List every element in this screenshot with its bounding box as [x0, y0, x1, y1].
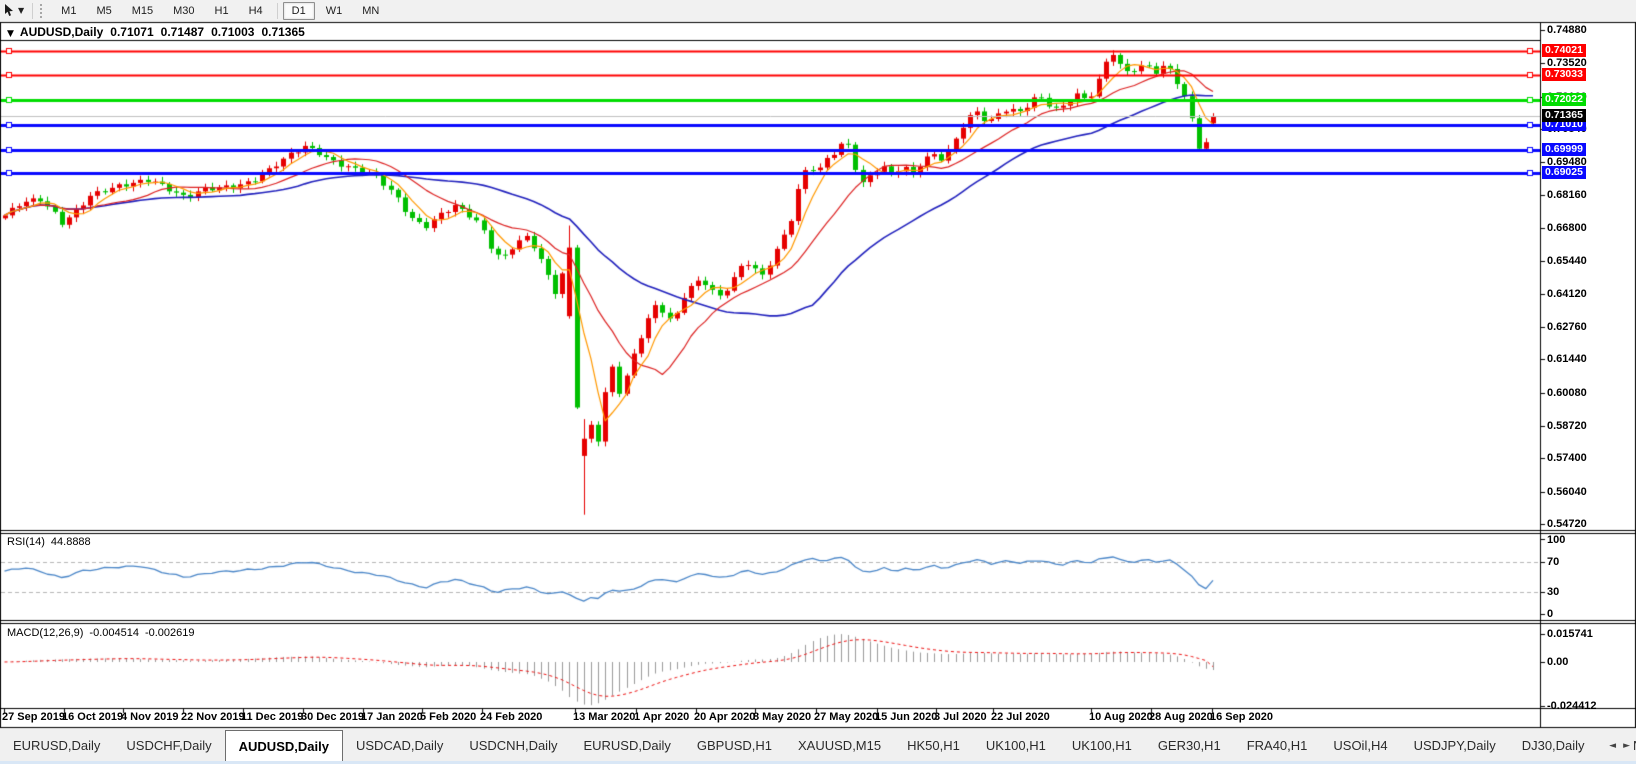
- timeframe-button-w1[interactable]: W1: [317, 2, 352, 20]
- timeframe-button-m15[interactable]: M15: [123, 2, 162, 20]
- chart-tab-xauusd-m15[interactable]: XAUUSD,M15: [785, 730, 894, 761]
- timeframe-button-h4[interactable]: H4: [240, 2, 272, 20]
- chevron-down-icon: ▼: [18, 6, 25, 15]
- tab-scroll-right-icon[interactable]: ►: [1623, 741, 1630, 751]
- toolbar: ▼ M1 M5 M15 M30 H1 H4 D1 W1 MN: [0, 0, 1636, 22]
- timeframe-button-m30[interactable]: M30: [164, 2, 203, 20]
- chart-tab-bar: EURUSD,Daily USDCHF,Daily AUDUSD,Daily USDC…: [0, 730, 1636, 761]
- chart-tab-audusd-daily[interactable]: AUDUSD,Daily: [224, 730, 343, 761]
- chart-tab-uk100-h1[interactable]: UK100,H1: [973, 730, 1059, 761]
- timeframe-button-mn[interactable]: MN: [353, 2, 388, 20]
- chart-tab-fra40-h1[interactable]: FRA40,H1: [1234, 730, 1321, 761]
- chart-canvas[interactable]: [0, 0, 1636, 764]
- chart-tab-usdchf-daily[interactable]: USDCHF,Daily: [113, 730, 224, 761]
- chart-tab-dj30-daily[interactable]: DJ30,Daily: [1509, 730, 1598, 761]
- chart-tab-uk100-h1[interactable]: UK100,H1: [1059, 730, 1145, 761]
- tab-scroll-left-icon[interactable]: ◄: [1609, 741, 1616, 751]
- chart-tab-usdcnh-daily[interactable]: USDCNH,Daily: [456, 730, 570, 761]
- chart-tab-usdcad-daily[interactable]: USDCAD,Daily: [343, 730, 456, 761]
- tab-scroll-controls: ◄ ►: [1605, 730, 1634, 761]
- toolbar-grip-handle[interactable]: [40, 3, 45, 18]
- cursor-tool-button[interactable]: ▼: [0, 1, 28, 21]
- chart-tab-gbpusd-h1[interactable]: GBPUSD,H1: [684, 730, 785, 761]
- cursor-icon: [5, 4, 13, 16]
- trading-app-window: ▼ M1 M5 M15 M30 H1 H4 D1 W1 MN ▼ AUDUSD,Daily 0.71…: [0, 0, 1636, 764]
- chart-tab-hk50-h1[interactable]: HK50,H1: [894, 730, 973, 761]
- timeframe-button-h1[interactable]: H1: [206, 2, 238, 20]
- timeframe-button-group: M1 M5 M15 M30 H1 H4 D1 W1 MN: [51, 1, 389, 20]
- chart-tab-eurusd-daily[interactable]: EURUSD,Daily: [0, 730, 113, 761]
- toolbar-separator: [276, 2, 278, 19]
- timeframe-button-m5[interactable]: M5: [87, 2, 120, 20]
- timeframe-button-d1[interactable]: D1: [282, 1, 315, 20]
- chart-tab-ger30-h1[interactable]: GER30,H1: [1145, 730, 1234, 761]
- chart-tab-usdjpy-daily[interactable]: USDJPY,Daily: [1401, 730, 1509, 761]
- chart-tab-usoil-h4[interactable]: USOil,H4: [1320, 730, 1400, 761]
- toolbar-separator: [32, 2, 34, 19]
- timeframe-button-m1[interactable]: M1: [52, 2, 85, 20]
- chart-tab-eurusd-daily[interactable]: EURUSD,Daily: [570, 730, 683, 761]
